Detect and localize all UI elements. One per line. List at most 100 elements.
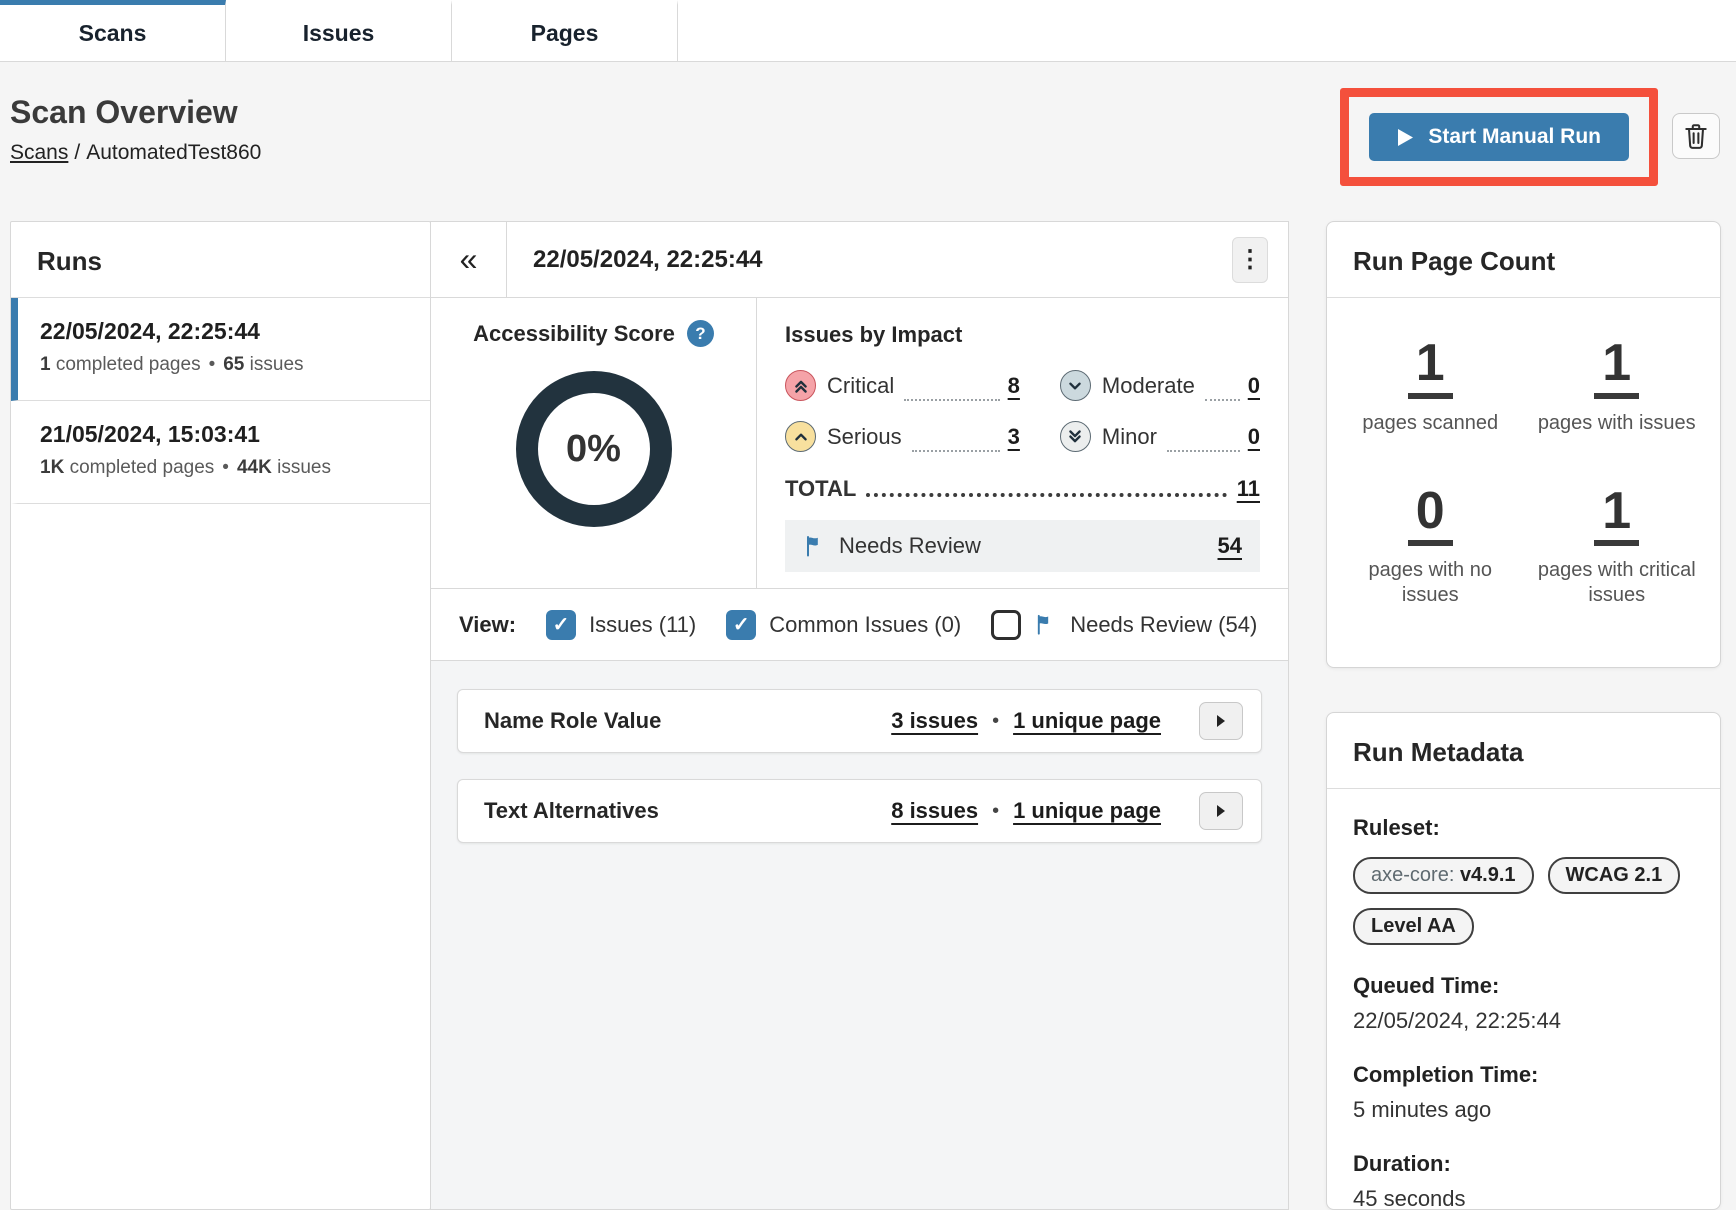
run-detail-title: 22/05/2024, 22:25:44 bbox=[507, 222, 1232, 297]
chevron-right-icon bbox=[1215, 714, 1227, 728]
annotation-highlight-box: Start Manual Run bbox=[1340, 88, 1658, 186]
moderate-chevron-down-icon bbox=[1060, 370, 1091, 401]
run-page-count-title: Run Page Count bbox=[1327, 222, 1720, 298]
serious-chevron-up-icon bbox=[785, 421, 816, 452]
total-count-link[interactable]: 11 bbox=[1237, 476, 1260, 502]
run-detail-panel: « 22/05/2024, 22:25:44 ⋮ Accessibility S… bbox=[430, 221, 1289, 1210]
bullet-separator: • bbox=[222, 457, 229, 478]
checkbox-checked-icon[interactable]: ✓ bbox=[546, 610, 576, 640]
total-label: TOTAL bbox=[785, 476, 856, 502]
ruleset-badges: axe-core: v4.9.1 WCAG 2.1 Level AA bbox=[1353, 857, 1694, 945]
issue-group-name: Name Role Value bbox=[484, 708, 891, 734]
issues-count-link[interactable]: 3 issues bbox=[891, 708, 978, 734]
play-icon bbox=[1397, 128, 1414, 147]
tab-pages[interactable]: Pages bbox=[452, 0, 678, 61]
critical-double-chevron-up-icon bbox=[785, 370, 816, 401]
issue-group-name: Text Alternatives bbox=[484, 798, 891, 824]
moderate-count-link[interactable]: 0 bbox=[1248, 373, 1260, 399]
run-page-count-card: Run Page Count 1 pages scanned 1 pages w… bbox=[1326, 221, 1721, 668]
minor-double-chevron-down-icon bbox=[1060, 421, 1091, 452]
delete-scan-button[interactable] bbox=[1672, 113, 1720, 159]
trash-icon bbox=[1683, 122, 1709, 150]
dotted-leader bbox=[912, 428, 1000, 452]
stat-pages-with-issues: 1 pages with issues bbox=[1538, 336, 1696, 436]
view-filter-bar: View: ✓ Issues (11) ✓ Common Issues (0) … bbox=[431, 588, 1288, 660]
kebab-menu-icon[interactable]: ⋮ bbox=[1232, 237, 1268, 283]
collapse-runs-icon[interactable]: « bbox=[431, 222, 507, 297]
tab-scans-label: Scans bbox=[79, 20, 147, 47]
run-list-item-selected[interactable]: 22/05/2024, 22:25:44 1 completed pages•6… bbox=[11, 298, 430, 401]
start-manual-run-label: Start Manual Run bbox=[1428, 125, 1601, 149]
tab-bar: Scans Issues Pages bbox=[0, 0, 1736, 62]
total-row: TOTAL 11 bbox=[785, 476, 1260, 502]
tab-issues[interactable]: Issues bbox=[226, 0, 452, 61]
run-summary: 1K completed pages•44K issues bbox=[40, 457, 410, 479]
breadcrumb-scans-link[interactable]: Scans bbox=[10, 141, 68, 164]
badge-level-aa: Level AA bbox=[1353, 908, 1474, 945]
issues-by-impact-title: Issues by Impact bbox=[785, 322, 1260, 348]
minor-count-link[interactable]: 0 bbox=[1248, 424, 1260, 450]
expand-group-button[interactable] bbox=[1199, 792, 1243, 830]
accessibility-score-value: 0% bbox=[566, 428, 621, 471]
issue-group-list: Name Role Value 3 issues • 1 unique page… bbox=[431, 660, 1288, 1209]
issue-group-row-text-alternatives: Text Alternatives 8 issues • 1 unique pa… bbox=[457, 779, 1262, 843]
view-option-issues[interactable]: ✓ Issues (11) bbox=[546, 610, 696, 640]
stat-pages-scanned: 1 pages scanned bbox=[1362, 336, 1498, 436]
stat-pages-with-no-issues: 0 pages with no issues bbox=[1340, 484, 1520, 609]
critical-count-link[interactable]: 8 bbox=[1008, 373, 1020, 399]
tab-pages-label: Pages bbox=[531, 20, 599, 47]
serious-count-link[interactable]: 3 bbox=[1008, 424, 1020, 450]
issues-count-link[interactable]: 8 issues bbox=[891, 798, 978, 824]
right-sidebar: Run Page Count 1 pages scanned 1 pages w… bbox=[1326, 221, 1721, 1210]
queued-time-field: Queued Time: 22/05/2024, 22:25:44 bbox=[1353, 973, 1694, 1034]
help-icon[interactable]: ? bbox=[687, 320, 714, 347]
dotted-leader bbox=[1167, 428, 1240, 452]
view-option-needs-review[interactable]: Needs Review (54) bbox=[991, 610, 1257, 640]
runs-panel: Runs 22/05/2024, 22:25:44 1 completed pa… bbox=[10, 221, 431, 1210]
stat-pages-with-critical-issues: 1 pages with critical issues bbox=[1527, 484, 1707, 609]
expand-group-button[interactable] bbox=[1199, 702, 1243, 740]
checkbox-unchecked-icon[interactable] bbox=[991, 610, 1021, 640]
runs-panel-title: Runs bbox=[11, 222, 430, 298]
checkbox-checked-icon[interactable]: ✓ bbox=[726, 610, 756, 640]
run-metadata-title: Run Metadata bbox=[1327, 713, 1720, 789]
needs-review-label: Needs Review bbox=[839, 533, 981, 559]
accessibility-score-label: Accessibility Score bbox=[473, 321, 675, 347]
accessibility-score-section: Accessibility Score ? 0% bbox=[431, 298, 757, 588]
run-timestamp: 22/05/2024, 22:25:44 bbox=[40, 318, 410, 345]
page-title: Scan Overview bbox=[10, 94, 261, 131]
run-metadata-card: Run Metadata Ruleset: axe-core: v4.9.1 W… bbox=[1326, 712, 1721, 1210]
impact-row-serious: Serious 3 bbox=[785, 421, 1020, 452]
issues-by-impact-section: Issues by Impact Critical 8 bbox=[757, 298, 1288, 588]
badge-axe-core: axe-core: v4.9.1 bbox=[1353, 857, 1534, 894]
issue-group-row-name-role-value: Name Role Value 3 issues • 1 unique page bbox=[457, 689, 1262, 753]
bullet-separator: • bbox=[992, 800, 999, 823]
dotted-leader bbox=[904, 377, 999, 401]
tab-scans[interactable]: Scans bbox=[0, 0, 226, 61]
content: Runs 22/05/2024, 22:25:44 1 completed pa… bbox=[10, 221, 1722, 1210]
breadcrumb-current: AutomatedTest860 bbox=[86, 141, 261, 164]
start-manual-run-button[interactable]: Start Manual Run bbox=[1369, 113, 1629, 161]
run-list-item[interactable]: 21/05/2024, 15:03:41 1K completed pages•… bbox=[11, 401, 430, 504]
flag-icon bbox=[1034, 613, 1057, 636]
run-timestamp: 21/05/2024, 15:03:41 bbox=[40, 421, 410, 448]
run-summary: 1 completed pages•65 issues bbox=[40, 354, 410, 376]
breadcrumb-separator: / bbox=[74, 141, 80, 164]
unique-pages-link[interactable]: 1 unique page bbox=[1013, 708, 1161, 734]
bullet-separator: • bbox=[992, 710, 999, 733]
breadcrumb: Scans / AutomatedTest860 bbox=[10, 141, 261, 165]
dotted-leader-bold bbox=[866, 481, 1226, 497]
needs-review-row: Needs Review 54 bbox=[785, 520, 1260, 572]
flag-icon bbox=[803, 534, 827, 558]
view-label: View: bbox=[459, 612, 516, 638]
run-detail-body: Accessibility Score ? 0% Issues by Impac… bbox=[431, 298, 1288, 588]
impact-row-moderate: Moderate 0 bbox=[1060, 370, 1260, 401]
needs-review-count-link[interactable]: 54 bbox=[1218, 533, 1242, 559]
run-detail-header: « 22/05/2024, 22:25:44 ⋮ bbox=[431, 222, 1288, 298]
accessibility-score-ring: 0% bbox=[516, 371, 672, 527]
view-option-common-issues[interactable]: ✓ Common Issues (0) bbox=[726, 610, 961, 640]
unique-pages-link[interactable]: 1 unique page bbox=[1013, 798, 1161, 824]
tab-bar-filler bbox=[678, 0, 1736, 61]
bullet-separator: • bbox=[209, 354, 216, 375]
dotted-leader bbox=[1205, 377, 1240, 401]
